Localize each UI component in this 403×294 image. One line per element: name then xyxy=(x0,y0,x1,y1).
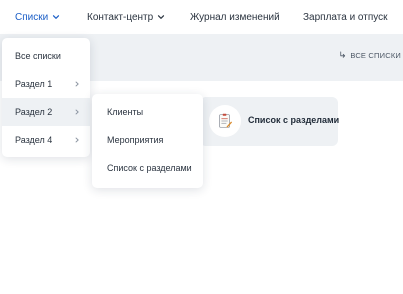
nav-item-change-log[interactable]: Журнал изменений xyxy=(190,0,280,34)
back-arrow-icon xyxy=(339,51,346,60)
chevron-right-icon xyxy=(74,79,80,89)
dropdown-item-section-1[interactable]: Раздел 1 xyxy=(2,70,90,98)
section-2-submenu: Клиенты Мероприятия Список с разделами xyxy=(92,94,203,188)
submenu-item-list-with-sections[interactable]: Список с разделами xyxy=(107,154,192,182)
nav-item-lists[interactable]: Списки xyxy=(15,0,60,34)
dropdown-item-label: Все списки xyxy=(15,51,61,61)
checklist-icon xyxy=(209,105,241,137)
nav-item-contact-center[interactable]: Контакт-центр xyxy=(87,0,165,34)
nav-item-label: Зарплата и отпуск xyxy=(303,11,388,23)
chevron-right-icon xyxy=(74,107,80,117)
nav-item-label: Журнал изменений xyxy=(190,11,280,23)
submenu-item-label: Клиенты xyxy=(107,107,144,117)
submenu-item-label: Мероприятия xyxy=(107,135,164,145)
top-navigation: Списки Контакт-центр Журнал изменений За… xyxy=(0,0,403,34)
nav-item-label: Контакт-центр xyxy=(87,11,154,23)
dropdown-item-label: Раздел 4 xyxy=(15,135,53,145)
submenu-item-events[interactable]: Мероприятия xyxy=(107,126,163,154)
all-lists-label: ВСЕ СПИСКИ xyxy=(350,51,401,60)
dropdown-item-all-lists[interactable]: Все списки xyxy=(2,42,90,70)
submenu-item-clients[interactable]: Клиенты xyxy=(107,98,143,126)
chevron-down-icon xyxy=(157,13,165,21)
dropdown-item-section-2[interactable]: Раздел 2 xyxy=(2,98,90,126)
card-title: Список с разделами xyxy=(248,115,340,125)
nav-item-label: Списки xyxy=(15,11,49,23)
lists-dropdown: Все списки Раздел 1 Раздел 2 Раздел 4 xyxy=(2,38,90,157)
all-lists-link[interactable]: ВСЕ СПИСКИ xyxy=(339,51,401,60)
dropdown-item-label: Раздел 2 xyxy=(15,107,53,117)
chevron-down-icon xyxy=(52,13,60,21)
dropdown-item-section-4[interactable]: Раздел 4 xyxy=(2,126,90,154)
chevron-right-icon xyxy=(74,135,80,145)
list-card[interactable]: Список с разделами xyxy=(200,97,340,146)
submenu-item-label: Список с разделами xyxy=(107,163,192,173)
dropdown-item-label: Раздел 1 xyxy=(15,79,53,89)
nav-item-salary-vacation[interactable]: Зарплата и отпуск xyxy=(303,0,388,34)
